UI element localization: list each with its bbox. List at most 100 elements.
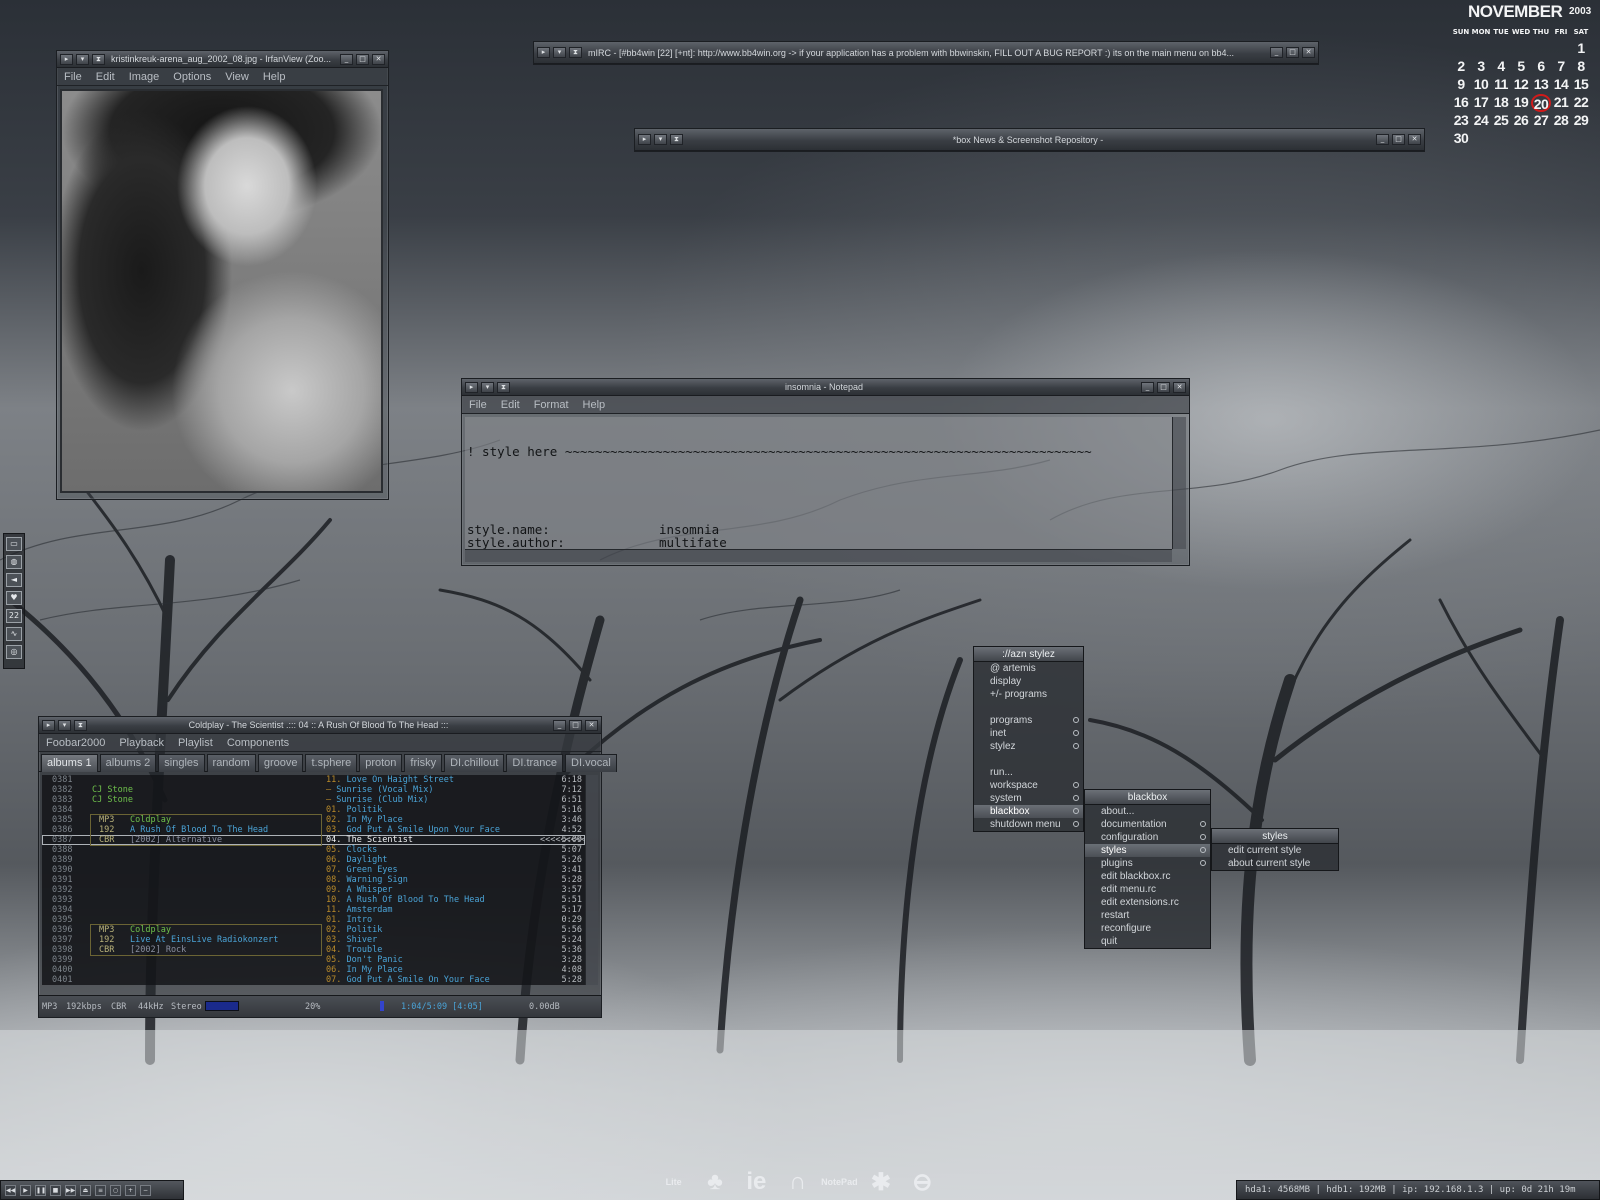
volume-up-icon[interactable]: +	[125, 1184, 136, 1196]
table-row[interactable]: 0391 08. Warning Sign 5:28	[42, 875, 585, 885]
table-row[interactable]: 0401 07. God Put A Smile On Your Face 5:28	[42, 975, 585, 985]
headphones-icon[interactable]: ∩	[780, 1164, 815, 1200]
menu-item-documentation[interactable]: documentation	[1085, 818, 1210, 831]
tab-di-chillout[interactable]: DI.chillout	[444, 754, 505, 772]
menu-options[interactable]: Options	[166, 71, 218, 83]
minimize-button[interactable]: _	[1141, 381, 1154, 393]
tab-singles[interactable]: singles	[158, 754, 205, 772]
menu-components[interactable]: Components	[220, 737, 296, 749]
menu-item-edit-menu-rc[interactable]: edit menu.rc	[1085, 883, 1210, 896]
heart-icon[interactable]: ♥	[6, 591, 22, 605]
table-row[interactable]: 0389 06. Daylight 5:26	[42, 855, 585, 865]
repository-titlebar[interactable]: ▸ ▾ ⧗ *box News & Screenshot Repository …	[635, 129, 1424, 151]
wave-icon[interactable]: ∿	[6, 627, 22, 641]
volume-down-icon[interactable]: −	[140, 1184, 151, 1196]
menu-item-stylez[interactable]: stylez	[974, 740, 1083, 753]
menu-help[interactable]: Help	[256, 71, 293, 83]
minimize-button[interactable]: _	[340, 53, 353, 65]
club-icon[interactable]: ♣	[697, 1164, 732, 1200]
stop-icon[interactable]: ■	[50, 1184, 61, 1196]
shade-button[interactable]: ▾	[481, 381, 494, 393]
close-button[interactable]: ✕	[1302, 47, 1315, 58]
menu-item-reconfigure[interactable]: reconfigure	[1085, 922, 1210, 935]
menu-item-programs[interactable]: +/- programs	[974, 688, 1083, 701]
minimize-button[interactable]: _	[553, 719, 566, 731]
menu-view[interactable]: View	[218, 71, 256, 83]
menu-item-restart[interactable]: restart	[1085, 909, 1210, 922]
window-menu-button[interactable]: ▸	[537, 47, 550, 58]
shade-button[interactable]: ▾	[76, 53, 89, 65]
irfanview-window[interactable]: ▸ ▾ ⧗ kristinkreuk-arena_aug_2002_08.jpg…	[56, 50, 389, 500]
window-menu-button[interactable]: ▸	[60, 53, 73, 65]
menu-help[interactable]: Help	[576, 399, 613, 411]
repository-window[interactable]: ▸ ▾ ⧗ *box News & Screenshot Repository …	[634, 128, 1425, 152]
tab-groove[interactable]: groove	[257, 754, 304, 772]
menu-item-edit-current-style[interactable]: edit current style	[1212, 844, 1338, 857]
window-menu-button[interactable]: ▸	[42, 719, 55, 731]
notepad-window[interactable]: ▸ ▾ ⧗ insomnia - Notepad _ □ ✕ File Edit F…	[461, 378, 1190, 566]
tab-proton[interactable]: proton	[359, 754, 403, 772]
tab-di-trance[interactable]: DI.trance	[506, 754, 564, 772]
maximize-button[interactable]: □	[1157, 381, 1170, 393]
eject-icon[interactable]: ⏏	[80, 1184, 91, 1196]
tab-albums-1[interactable]: albums 1	[41, 754, 98, 772]
tab-t-sphere[interactable]: t.sphere	[305, 754, 358, 772]
splat-icon[interactable]: ✱	[863, 1164, 898, 1200]
minimize-button[interactable]: _	[1270, 47, 1283, 58]
stick-button[interactable]: ⧗	[670, 134, 683, 145]
notepad-icon[interactable]: NotePad	[821, 1164, 858, 1200]
menu-item-blackbox[interactable]: blackbox	[974, 805, 1083, 818]
playlist-scrollbar[interactable]	[585, 775, 598, 985]
menu-item-system[interactable]: system	[974, 792, 1083, 805]
table-row[interactable]: 0392 09. A Whisper 3:57	[42, 885, 585, 895]
close-button[interactable]: ✕	[585, 719, 598, 731]
menu-playlist[interactable]: Playlist	[171, 737, 220, 749]
stick-button[interactable]: ⧗	[497, 381, 510, 393]
tab-random[interactable]: random	[206, 754, 256, 772]
menu-format[interactable]: Format	[527, 399, 576, 411]
notepad-titlebar[interactable]: ▸ ▾ ⧗ insomnia - Notepad _ □ ✕	[462, 379, 1189, 396]
shade-button[interactable]: ▾	[553, 47, 566, 58]
menu-item-programs[interactable]: programs	[974, 714, 1083, 727]
vertical-scrollbar[interactable]	[1172, 417, 1186, 549]
pause-icon[interactable]: ❚❚	[35, 1184, 46, 1196]
play-icon[interactable]: ▶	[20, 1184, 31, 1196]
menu-file[interactable]: File	[462, 399, 494, 411]
blackbox-menu[interactable]: blackbox about... documentation configurat…	[1084, 789, 1211, 949]
menu-item-artemis[interactable]: @ artemis	[974, 662, 1083, 675]
next-icon[interactable]: ▶▶	[65, 1184, 76, 1196]
speaker-icon[interactable]: ◄	[6, 573, 22, 587]
calendar-icon[interactable]: 22	[6, 609, 22, 623]
styles-menu[interactable]: styles edit current style about current s…	[1211, 828, 1339, 871]
litestep-icon[interactable]: Lite	[656, 1164, 691, 1200]
table-row[interactable]: 0381 11. Love On Haight Street 6:18	[42, 775, 585, 785]
menu-edit[interactable]: Edit	[494, 399, 527, 411]
network-icon[interactable]: ◎	[6, 645, 22, 659]
maximize-button[interactable]: □	[1286, 47, 1299, 58]
seek-slider[interactable]	[380, 1001, 384, 1011]
menu-item-run[interactable]: run...	[974, 766, 1083, 779]
rewind-icon[interactable]: ◀◀	[5, 1184, 16, 1196]
stick-button[interactable]: ⧗	[569, 47, 582, 58]
menu-item-display[interactable]: display	[974, 675, 1083, 688]
root-menu[interactable]: ://azn stylez @ artemis display +/- progra…	[973, 646, 1084, 832]
close-button[interactable]: ✕	[1408, 134, 1421, 145]
foobar-titlebar[interactable]: ▸ ▾ ⧗ Coldplay - The Scientist .::: 04 :…	[39, 717, 601, 734]
table-row[interactable]: 0390 07. Green Eyes 3:41	[42, 865, 585, 875]
menu-image[interactable]: Image	[122, 71, 167, 83]
menu-item-configuration[interactable]: configuration	[1085, 831, 1210, 844]
maximize-button[interactable]: □	[1392, 134, 1405, 145]
menu-edit[interactable]: Edit	[89, 71, 122, 83]
playlist-view[interactable]: 0381 11. Love On Haight Street 6:18 0382 — S…	[42, 775, 585, 985]
close-button[interactable]: ✕	[1173, 381, 1186, 393]
tab-frisky[interactable]: frisky	[404, 754, 443, 772]
close-button[interactable]: ✕	[372, 53, 385, 65]
menu-item-inet[interactable]: inet	[974, 727, 1083, 740]
table-row[interactable]: 0394 11. Amsterdam 5:17	[42, 905, 585, 915]
menu-item-quit[interactable]: quit	[1085, 935, 1210, 948]
table-row[interactable]: 0400 06. In My Place 4:08	[42, 965, 585, 975]
maximize-button[interactable]: □	[356, 53, 369, 65]
maximize-button[interactable]: □	[569, 719, 582, 731]
menu-item-edit-blackbox-rc[interactable]: edit blackbox.rc	[1085, 870, 1210, 883]
table-row[interactable]: 0388 05. Clocks 5:07	[42, 845, 585, 855]
